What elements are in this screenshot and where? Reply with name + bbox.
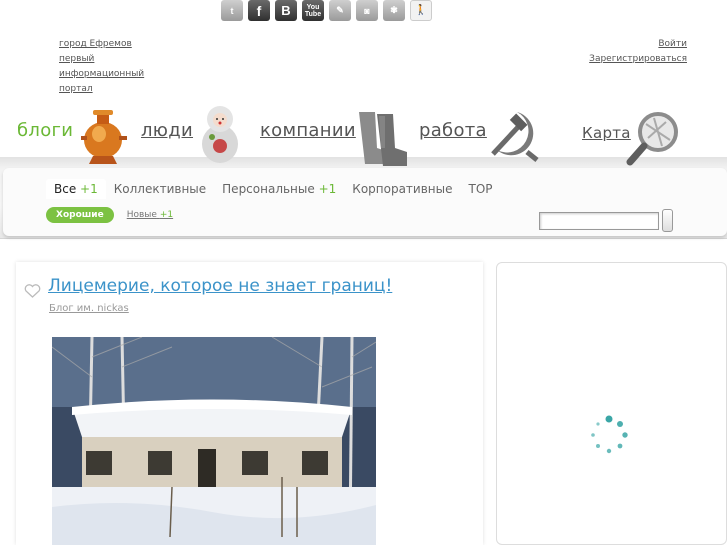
tagline-line-3: портал: [59, 84, 93, 94]
subtab-new[interactable]: Новые +1: [127, 210, 173, 220]
tab-all-label: Все: [54, 182, 77, 196]
twitter-glyph: t: [230, 5, 234, 16]
sub-tabs: Хорошие Новые +1: [46, 207, 173, 223]
samovar-icon: [81, 110, 127, 164]
tab-top-label: TOP: [468, 182, 493, 196]
vkontakte-glyph: B: [281, 3, 291, 18]
nav-work[interactable]: работа: [419, 120, 487, 141]
loading-spinner-icon: [591, 415, 628, 454]
rss-glyph: ◙: [364, 5, 370, 16]
site-tagline[interactable]: город Ефремов первый информационный порт…: [59, 37, 179, 97]
vkontakte-icon[interactable]: B: [275, 0, 297, 21]
facebook-glyph: f: [256, 2, 262, 19]
main-nav: блоги люди компании работа Карта: [0, 100, 727, 166]
tab-personal-count: +1: [318, 182, 337, 196]
tab-top[interactable]: TOP: [461, 179, 501, 199]
livejournal-icon[interactable]: ✎: [329, 0, 351, 21]
tab-collective[interactable]: Коллективные: [106, 179, 214, 199]
nav-map[interactable]: Карта: [582, 124, 631, 142]
register-link[interactable]: Зарегистрироваться: [589, 52, 687, 67]
tab-corporate[interactable]: Корпоративные: [344, 179, 460, 199]
sidebar-panel: [496, 262, 727, 545]
nav-people[interactable]: люди: [141, 120, 193, 141]
tab-personal[interactable]: Персональные +1: [214, 179, 344, 199]
subtab-new-count: +1: [159, 210, 174, 220]
facebook-icon[interactable]: f: [248, 0, 270, 21]
nav-companies[interactable]: компании: [260, 120, 356, 141]
livejournal-glyph: ✎: [336, 5, 344, 15]
youtube-icon[interactable]: You Tube: [302, 0, 324, 21]
social-icons: t f B You Tube ✎ ◙ ✾ 🚶: [221, 0, 432, 21]
auth-links: Войти Зарегистрироваться: [589, 37, 687, 67]
walker-glyph: 🚶: [414, 5, 428, 16]
magnifier-map-icon: [626, 112, 678, 166]
hammer-sickle-icon: [491, 112, 539, 162]
liveinternet-glyph: ✾: [390, 5, 398, 15]
walker-icon[interactable]: 🚶: [410, 0, 432, 21]
rss-icon[interactable]: ◙: [356, 0, 378, 21]
youtube-glyph-2: Tube: [304, 10, 322, 18]
login-link[interactable]: Войти: [589, 37, 687, 52]
subtab-new-label: Новые: [126, 210, 157, 220]
heart-icon[interactable]: [24, 284, 41, 298]
post-blog-link[interactable]: Блог им. nickas: [49, 303, 129, 314]
tab-corporate-label: Корпоративные: [352, 182, 453, 196]
tab-collective-label: Коллективные: [113, 182, 207, 196]
tab-all[interactable]: Все +1: [46, 179, 106, 199]
search-button[interactable]: [662, 209, 673, 232]
matryoshka-icon: [202, 106, 238, 163]
tab-personal-label: Персональные: [222, 182, 315, 196]
tagline-line-1: город Ефремов: [59, 39, 132, 49]
search-input[interactable]: [539, 212, 659, 230]
tagline-line-2: первый информационный: [59, 54, 145, 79]
post-meta: Блог им. nickas: [49, 303, 129, 314]
liveinternet-icon[interactable]: ✾: [383, 0, 405, 21]
nav-blogs[interactable]: блоги: [17, 120, 73, 141]
subtab-good[interactable]: Хорошие: [46, 207, 114, 223]
youtube-glyph: You: [306, 3, 320, 11]
post-photo: [52, 337, 376, 545]
post-card: Лицемерие, которое не знает границ! Блог…: [16, 262, 483, 545]
twitter-icon[interactable]: t: [221, 0, 243, 21]
post-title[interactable]: Лицемерие, которое не знает границ!: [48, 276, 392, 296]
tab-all-count: +1: [80, 182, 98, 196]
blog-tabs: Все +1 Коллективные Персональные +1 Корп…: [46, 179, 501, 199]
valenki-icon: [359, 112, 407, 166]
